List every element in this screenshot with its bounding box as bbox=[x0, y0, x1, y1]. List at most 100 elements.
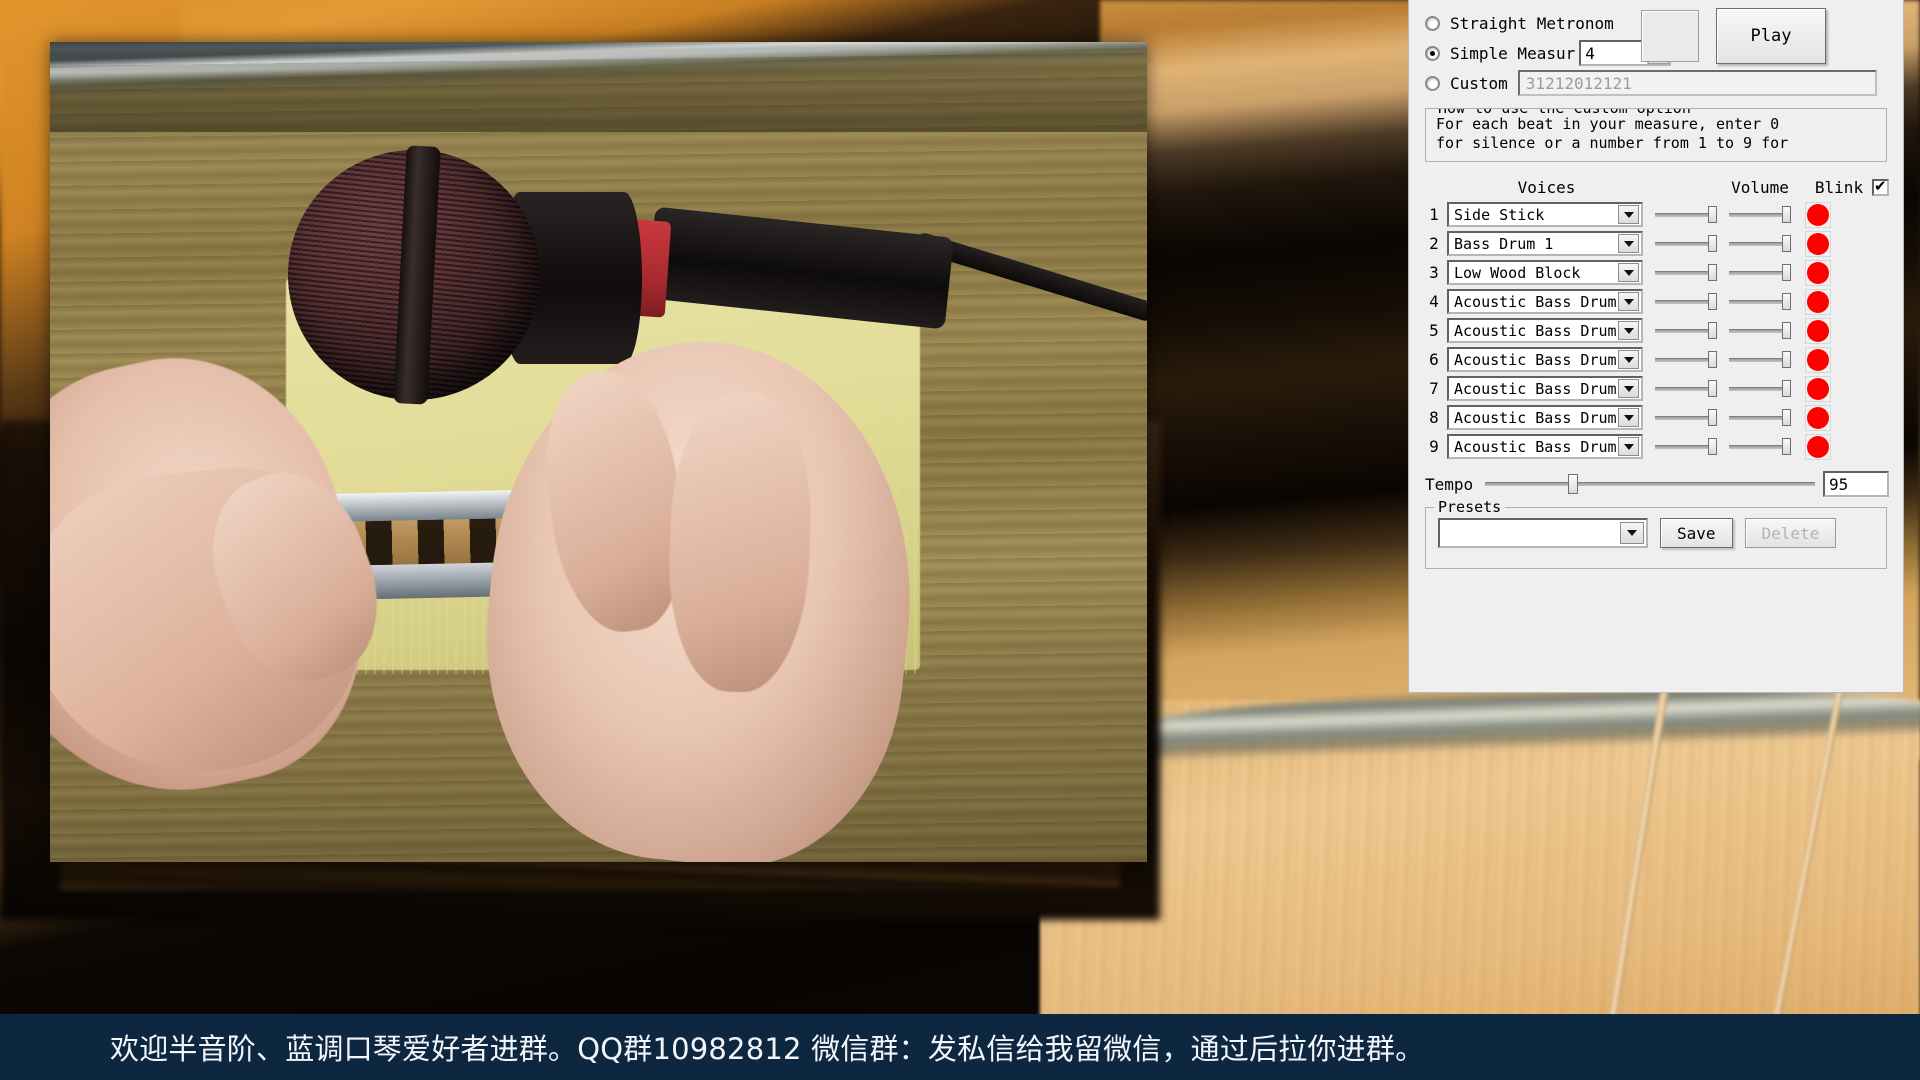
tempo-slider-thumb[interactable] bbox=[1567, 474, 1578, 494]
chevron-down-icon[interactable] bbox=[1618, 437, 1639, 456]
voice-pan-slider[interactable] bbox=[1729, 349, 1791, 371]
save-preset-button[interactable]: Save bbox=[1660, 518, 1733, 548]
mode-row-custom[interactable]: Custom bbox=[1425, 68, 1903, 98]
voice-volume-slider[interactable] bbox=[1655, 204, 1717, 226]
voice-pan-slider[interactable] bbox=[1729, 407, 1791, 429]
voice-index: 5 bbox=[1429, 321, 1439, 340]
voice-instrument-value: Acoustic Bass Drum bbox=[1454, 350, 1617, 369]
volume-slider-thumb[interactable] bbox=[1708, 292, 1717, 310]
volume-slider-thumb[interactable] bbox=[1708, 408, 1717, 426]
voice-instrument-select[interactable]: Acoustic Bass Drum bbox=[1447, 347, 1643, 372]
voice-index: 4 bbox=[1429, 292, 1439, 311]
voice-pan-slider[interactable] bbox=[1729, 320, 1791, 342]
voice-blink-indicator[interactable] bbox=[1805, 346, 1831, 373]
blink-checkbox[interactable] bbox=[1872, 177, 1889, 196]
voice-blink-indicator[interactable] bbox=[1805, 375, 1831, 402]
volume-slider-thumb[interactable] bbox=[1708, 350, 1717, 368]
voice-instrument-select[interactable]: Acoustic Bass Drum bbox=[1447, 434, 1643, 459]
tempo-label: Tempo bbox=[1425, 474, 1474, 494]
voice-pan-slider[interactable] bbox=[1729, 262, 1791, 284]
voice-blink-indicator[interactable] bbox=[1805, 230, 1831, 257]
blink-dot-icon bbox=[1807, 203, 1829, 226]
volume-slider-thumb[interactable] bbox=[1708, 263, 1717, 281]
voice-instrument-select[interactable]: Low Wood Block bbox=[1447, 260, 1643, 285]
voice-pan-slider[interactable] bbox=[1729, 204, 1791, 226]
measure-beats-input[interactable] bbox=[1581, 42, 1648, 64]
voice-pan-slider[interactable] bbox=[1729, 436, 1791, 458]
voices-header-row: Voices Volume Blink bbox=[1409, 176, 1903, 198]
voice-instrument-value: Acoustic Bass Drum bbox=[1454, 321, 1617, 340]
pan-slider-thumb[interactable] bbox=[1782, 292, 1791, 310]
howto-groupbox: How to use the Custom option For each be… bbox=[1425, 108, 1887, 162]
voice-row: 7 Acoustic Bass Drum bbox=[1425, 374, 1889, 403]
voice-pan-slider[interactable] bbox=[1729, 291, 1791, 313]
play-button[interactable]: Play bbox=[1716, 8, 1826, 64]
pan-slider-thumb[interactable] bbox=[1782, 263, 1791, 281]
voice-volume-slider[interactable] bbox=[1655, 320, 1717, 342]
volume-slider-thumb[interactable] bbox=[1708, 205, 1717, 223]
pan-slider-thumb[interactable] bbox=[1782, 205, 1791, 223]
voice-volume-slider[interactable] bbox=[1655, 233, 1717, 255]
voice-index: 3 bbox=[1429, 263, 1439, 282]
voice-instrument-select[interactable]: Acoustic Bass Drum bbox=[1447, 376, 1643, 401]
chevron-down-icon[interactable] bbox=[1618, 321, 1639, 340]
volume-slider-thumb[interactable] bbox=[1708, 234, 1717, 252]
beat-blink-indicator bbox=[1641, 10, 1699, 62]
voice-volume-slider[interactable] bbox=[1655, 262, 1717, 284]
radio-simple-measure[interactable] bbox=[1425, 45, 1440, 61]
voice-volume-slider[interactable] bbox=[1655, 436, 1717, 458]
tempo-value-input[interactable] bbox=[1823, 471, 1889, 497]
voice-volume-slider[interactable] bbox=[1655, 378, 1717, 400]
chevron-down-icon[interactable] bbox=[1618, 263, 1639, 282]
radio-straight-metronome[interactable] bbox=[1425, 15, 1440, 31]
custom-pattern-input[interactable] bbox=[1517, 70, 1877, 96]
volume-slider-thumb[interactable] bbox=[1708, 321, 1717, 339]
pan-slider-thumb[interactable] bbox=[1782, 350, 1791, 368]
chevron-down-icon[interactable] bbox=[1618, 234, 1639, 253]
radio-custom[interactable] bbox=[1425, 75, 1440, 91]
caption-text: 欢迎半音阶、蓝调口琴爱好者进群。QQ群10982812 微信群：发私信给我留微信… bbox=[110, 1032, 1425, 1066]
label-straight-metronome: Straight Metronom bbox=[1450, 13, 1614, 33]
pan-slider-thumb[interactable] bbox=[1782, 437, 1791, 455]
pan-slider-thumb[interactable] bbox=[1782, 379, 1791, 397]
voice-blink-indicator[interactable] bbox=[1805, 288, 1831, 315]
pan-slider-thumb[interactable] bbox=[1782, 408, 1791, 426]
volume-slider-thumb[interactable] bbox=[1708, 437, 1717, 455]
blink-dot-icon bbox=[1807, 348, 1829, 371]
voice-blink-indicator[interactable] bbox=[1805, 259, 1831, 286]
voice-instrument-select[interactable]: Acoustic Bass Drum bbox=[1447, 318, 1643, 343]
pan-slider-thumb[interactable] bbox=[1782, 321, 1791, 339]
blink-dot-icon bbox=[1807, 290, 1829, 313]
volume-slider-thumb[interactable] bbox=[1708, 379, 1717, 397]
voice-instrument-select[interactable]: Acoustic Bass Drum bbox=[1447, 405, 1643, 430]
voice-pan-slider[interactable] bbox=[1729, 378, 1791, 400]
voice-volume-slider[interactable] bbox=[1655, 407, 1717, 429]
voice-blink-indicator[interactable] bbox=[1805, 201, 1831, 228]
voice-blink-indicator[interactable] bbox=[1805, 433, 1831, 460]
blink-column-header: Blink bbox=[1814, 177, 1864, 197]
voice-instrument-select[interactable]: Acoustic Bass Drum bbox=[1447, 289, 1643, 314]
voice-index: 8 bbox=[1429, 408, 1439, 427]
video-bottom-shadow bbox=[50, 42, 1147, 132]
pan-slider-thumb[interactable] bbox=[1782, 234, 1791, 252]
metronome-panel: Straight Metronom Simple Measur ▲ ▼ Cust… bbox=[1408, 0, 1904, 693]
chevron-down-icon[interactable] bbox=[1618, 408, 1639, 427]
label-simple-measure: Simple Measur bbox=[1450, 43, 1576, 63]
presets-title: Presets bbox=[1434, 498, 1506, 516]
howto-title: How to use the Custom option bbox=[1434, 109, 1695, 117]
voice-volume-slider[interactable] bbox=[1655, 291, 1717, 313]
chevron-down-icon[interactable] bbox=[1618, 292, 1639, 311]
voice-blink-indicator[interactable] bbox=[1805, 317, 1831, 344]
voice-instrument-select[interactable]: Bass Drum 1 bbox=[1447, 231, 1643, 256]
chevron-down-icon[interactable] bbox=[1618, 350, 1639, 369]
preset-select[interactable] bbox=[1438, 518, 1648, 548]
voice-instrument-select[interactable]: Side Stick bbox=[1447, 202, 1643, 227]
voice-row: 4 Acoustic Bass Drum bbox=[1425, 287, 1889, 316]
voice-volume-slider[interactable] bbox=[1655, 349, 1717, 371]
chevron-down-icon[interactable] bbox=[1618, 205, 1639, 224]
chevron-down-icon[interactable] bbox=[1620, 522, 1644, 544]
tempo-slider[interactable] bbox=[1485, 472, 1815, 496]
chevron-down-icon[interactable] bbox=[1618, 379, 1639, 398]
voice-blink-indicator[interactable] bbox=[1805, 404, 1831, 431]
voice-pan-slider[interactable] bbox=[1729, 233, 1791, 255]
